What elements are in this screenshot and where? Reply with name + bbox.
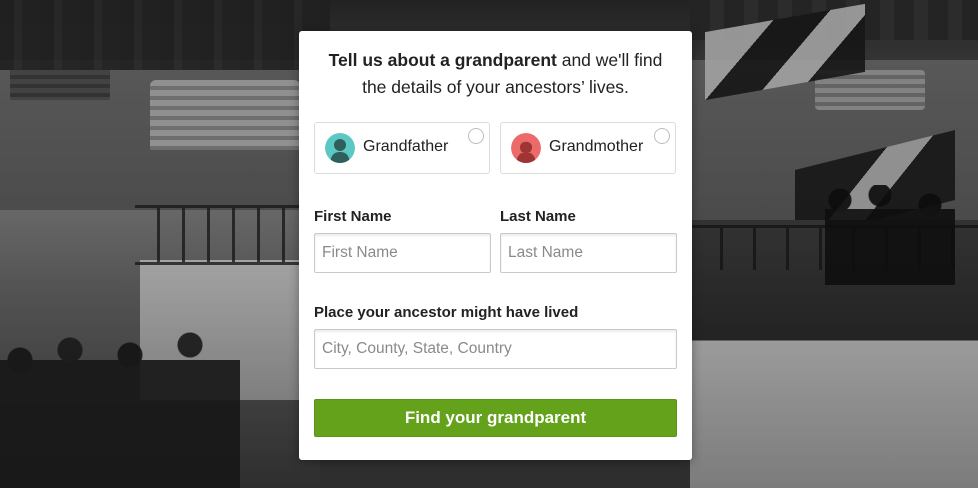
grandfather-label: Grandfather	[363, 138, 449, 155]
grandfather-radio[interactable]	[468, 128, 484, 144]
grandmother-option[interactable]: Grandmother	[500, 122, 676, 174]
place-input[interactable]	[314, 329, 677, 369]
first-name-label: First Name	[314, 208, 392, 225]
male-silhouette-icon	[325, 133, 355, 163]
female-silhouette-icon	[511, 133, 541, 163]
grandfather-option[interactable]: Grandfather	[314, 122, 490, 174]
grandparent-form-card: Tell us about a grandparent and we'll fi…	[299, 31, 692, 460]
last-name-input[interactable]	[500, 233, 677, 273]
grandmother-label: Grandmother	[549, 138, 644, 155]
first-name-input[interactable]	[314, 233, 491, 273]
last-name-label: Last Name	[500, 208, 576, 225]
place-label: Place your ancestor might have lived	[314, 304, 579, 321]
grandmother-radio[interactable]	[654, 128, 670, 144]
headline-bold: Tell us about a grandparent	[328, 50, 557, 70]
find-grandparent-button[interactable]: Find your grandparent	[314, 399, 677, 437]
form-headline: Tell us about a grandparent and we'll fi…	[319, 47, 672, 101]
